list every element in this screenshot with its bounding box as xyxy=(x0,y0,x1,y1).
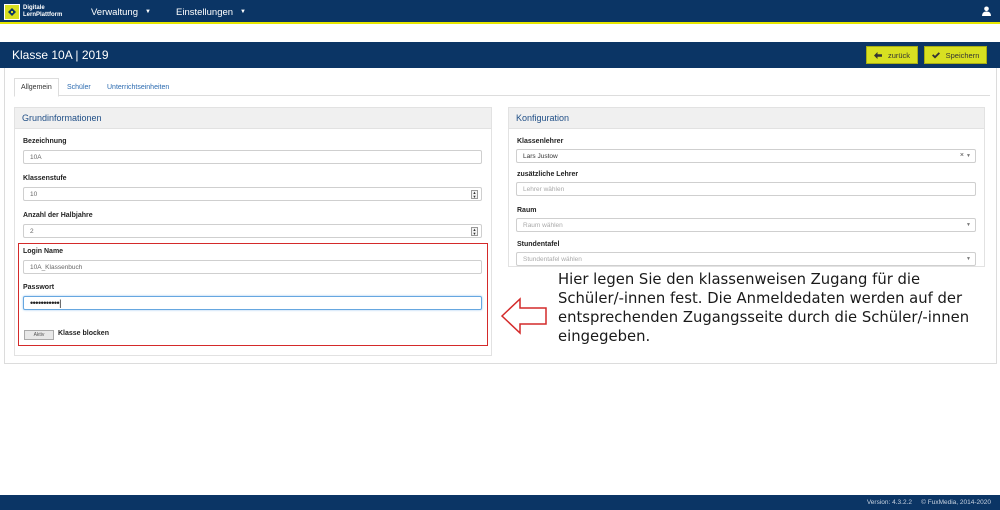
zusatz-lehrer-select[interactable]: Lehrer wählen xyxy=(516,182,976,196)
panel-grundinformationen-heading: Grundinformationen xyxy=(15,108,491,129)
klassenlehrer-value: Lars Justow xyxy=(523,152,558,160)
zusatz-lehrer-placeholder: Lehrer wählen xyxy=(523,185,565,193)
top-navbar: Digitale LernPlattform Verwaltung ▼ Eins… xyxy=(0,0,1000,24)
chevron-down-icon: ▼ xyxy=(966,256,971,262)
bezeichnung-input[interactable]: 10A xyxy=(23,150,482,164)
logo-text: Digitale LernPlattform xyxy=(23,5,63,19)
bezeichnung-value: 10A xyxy=(30,153,42,161)
raum-placeholder: Raum wählen xyxy=(523,221,563,229)
stundentafel-label: Stundentafel xyxy=(517,241,560,248)
raum-select[interactable]: Raum wählen ▼ xyxy=(516,218,976,232)
klassenstufe-value: 10 xyxy=(30,190,38,198)
halbjahre-label: Anzahl der Halbjahre xyxy=(23,212,93,219)
app-logo[interactable]: Digitale LernPlattform xyxy=(4,2,63,22)
clear-icon[interactable]: × xyxy=(960,152,964,159)
footer-copyright: © FuxMedia, 2014-2020 xyxy=(921,499,991,506)
halbjahre-value: 2 xyxy=(30,227,34,235)
klassenstufe-input[interactable]: 10 ▲ ▼ xyxy=(23,187,482,201)
chevron-down-icon: ▼ xyxy=(966,222,971,228)
klassenlehrer-select[interactable]: Lars Justow × ▼ xyxy=(516,149,976,163)
halbjahre-input[interactable]: 2 ▲ ▼ xyxy=(23,224,482,238)
tab-schueler[interactable]: Schüler xyxy=(61,78,97,97)
logo-line-1: Digitale xyxy=(23,5,45,11)
back-button[interactable]: zurück xyxy=(866,46,918,64)
back-button-label: zurück xyxy=(887,50,911,60)
klassenstufe-label: Klassenstufe xyxy=(23,175,67,182)
stundentafel-select[interactable]: Stundentafel wählen ▼ xyxy=(516,252,976,266)
arrow-left-icon xyxy=(873,51,882,59)
panel-konfiguration-heading: Konfiguration xyxy=(509,108,984,129)
zusatz-lehrer-label: zusätzliche Lehrer xyxy=(517,171,579,178)
caret-down-icon: ▼ xyxy=(145,9,151,15)
highlight-box xyxy=(18,243,488,346)
nav-verwaltung-label: Verwaltung xyxy=(91,6,139,18)
user-icon[interactable] xyxy=(982,6,991,18)
chevron-down-icon: ▼ xyxy=(966,153,971,159)
callout-text: Hier legen Sie den klassenweisen Zugang … xyxy=(558,271,970,345)
tab-bar: Allgemein Schüler Unterrichtseinheiten xyxy=(14,78,990,97)
caret-down-icon: ▼ xyxy=(240,9,246,15)
tab-schueler-label: Schüler xyxy=(67,84,91,91)
nav-einstellungen-label: Einstellungen xyxy=(176,6,234,18)
stepper-icon[interactable]: ▲ ▼ xyxy=(471,227,478,236)
tab-allgemein-label: Allgemein xyxy=(21,84,52,91)
save-button[interactable]: Speichern xyxy=(924,46,987,64)
klassenlehrer-label: Klassenlehrer xyxy=(517,138,564,145)
stepper-icon[interactable]: ▲ ▼ xyxy=(471,190,478,199)
tab-unterrichtseinheiten-label: Unterrichtseinheiten xyxy=(107,84,170,91)
nav-einstellungen[interactable]: Einstellungen ▼ xyxy=(176,0,246,24)
arrow-left-icon xyxy=(500,297,547,335)
stundentafel-placeholder: Stundentafel wählen xyxy=(523,255,582,263)
raum-label: Raum xyxy=(517,207,537,214)
page-header: Klasse 10A | 2019 zurück Speichern xyxy=(0,42,1000,68)
checkmark-icon xyxy=(931,51,940,58)
tab-allgemein[interactable]: Allgemein xyxy=(14,78,59,97)
footer: Version: 4.3.2.2 © FuxMedia, 2014-2020 xyxy=(0,495,1000,510)
tab-unterrichtseinheiten[interactable]: Unterrichtseinheiten xyxy=(101,78,175,97)
footer-version: Version: 4.3.2.2 xyxy=(866,499,912,506)
bezeichnung-label: Bezeichnung xyxy=(23,138,67,145)
save-button-label: Speichern xyxy=(945,50,980,60)
page-title: Klasse 10A | 2019 xyxy=(12,48,109,62)
logo-line-2: LernPlattform xyxy=(23,12,63,18)
nav-verwaltung[interactable]: Verwaltung ▼ xyxy=(91,0,151,24)
logo-icon xyxy=(4,4,20,20)
